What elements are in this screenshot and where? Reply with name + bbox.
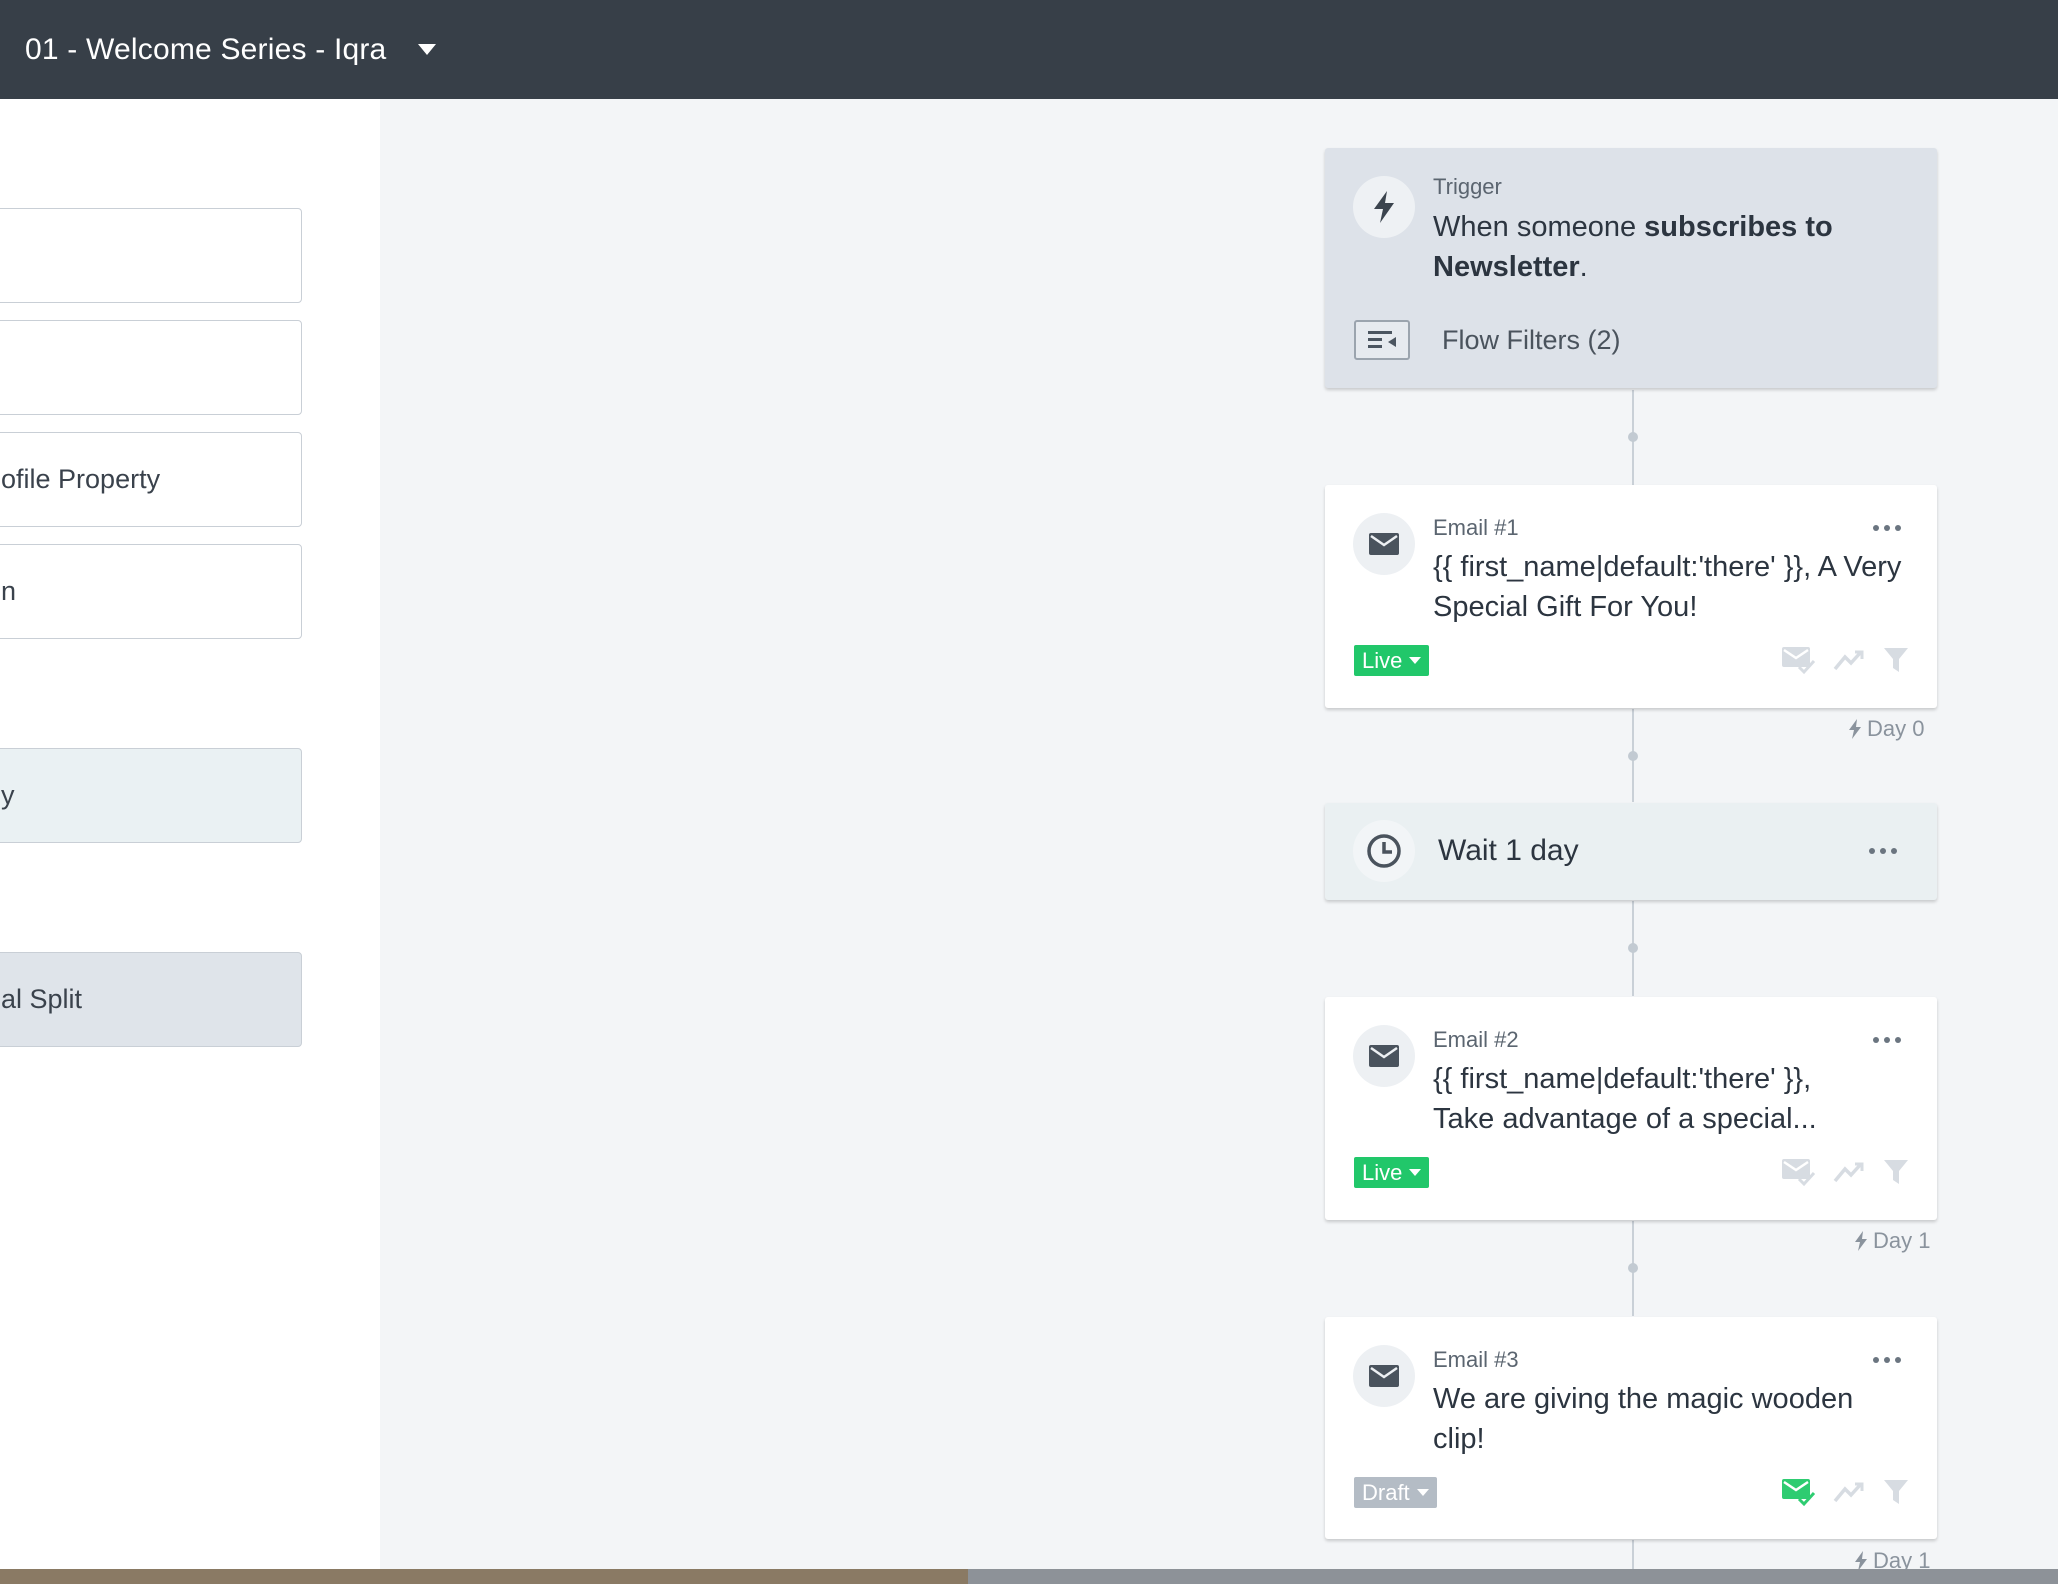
email-card-2[interactable]: Email #2 {{ first_name|default:'there' }… <box>1325 997 1937 1220</box>
action-item-1[interactable] <box>0 208 302 303</box>
day-label: Day 1 <box>1873 1228 1931 1253</box>
lightning-icon <box>1855 1551 1867 1571</box>
day-indicator: Day 0 <box>1847 716 1924 742</box>
lightning-icon <box>1353 176 1415 238</box>
connector-dot <box>1628 943 1638 953</box>
day-indicator: Day 1 <box>1853 1228 1930 1254</box>
wait-card[interactable]: Wait 1 day <box>1325 803 1937 900</box>
action-item-conditional-split[interactable]: al Split <box>0 952 302 1047</box>
action-item-delay[interactable]: y <box>0 748 302 843</box>
bottom-strip <box>0 1569 2058 1584</box>
status-badge[interactable]: Live <box>1354 1157 1430 1188</box>
connector-dot <box>1628 1263 1638 1273</box>
action-item-label: al Split <box>1 984 83 1014</box>
email-subject: We are giving the magic wooden clip! <box>1433 1383 1854 1455</box>
flow-title: 01 - Welcome Series - Iqra <box>25 32 387 66</box>
status-label: Live <box>1362 647 1403 673</box>
status-badge[interactable]: Live <box>1354 645 1430 676</box>
status-label: Live <box>1362 1159 1403 1185</box>
flow-menu-caret-icon[interactable] <box>418 44 437 55</box>
envelope-icon <box>1353 1345 1415 1407</box>
lightning-icon <box>1855 1231 1867 1251</box>
email-tools <box>1781 1477 1909 1507</box>
funnel-icon[interactable] <box>1883 1159 1909 1185</box>
connector-line <box>1632 1540 1634 1569</box>
flow-filters-label: Flow Filters (2) <box>1442 324 1621 355</box>
email-tools <box>1781 645 1909 675</box>
more-options-button[interactable] <box>1871 1351 1903 1369</box>
wait-label: Wait 1 day <box>1438 834 1579 867</box>
flow-editor-page: 01 - Welcome Series - Iqra ofile Propert… <box>0 0 2058 1584</box>
action-item-update-profile-property[interactable]: ofile Property <box>0 432 302 527</box>
lightning-icon <box>1849 719 1861 739</box>
action-item-label: n <box>1 576 17 606</box>
email-card-1[interactable]: Email #1 {{ first_name|default:'there' }… <box>1325 485 1937 708</box>
action-item-2[interactable] <box>0 320 302 415</box>
top-bar: 01 - Welcome Series - Iqra <box>0 0 2058 99</box>
mail-check-icon[interactable] <box>1781 1157 1815 1187</box>
more-options-button[interactable] <box>1871 1031 1903 1049</box>
email-card-3[interactable]: Email #3 We are giving the magic wooden … <box>1325 1317 1937 1539</box>
trend-icon[interactable] <box>1833 649 1865 671</box>
status-label: Draft <box>1362 1479 1410 1505</box>
bottom-strip-left <box>0 1569 968 1584</box>
action-item-label: ofile Property <box>1 464 161 494</box>
action-item-label: y <box>1 780 15 810</box>
trigger-label: Trigger <box>1433 174 1502 199</box>
email-label: Email #3 <box>1433 1347 1519 1372</box>
bottom-strip-right <box>968 1569 2058 1584</box>
more-options-button[interactable] <box>1871 519 1903 537</box>
action-item-4[interactable]: n <box>0 544 302 639</box>
funnel-icon[interactable] <box>1883 1479 1909 1505</box>
envelope-icon <box>1353 1025 1415 1087</box>
email-subject: {{ first_name|default:'there' }}, Take a… <box>1433 1063 1817 1135</box>
actions-sidebar: ofile Property n y al Split <box>0 99 380 1569</box>
mail-check-icon[interactable] <box>1781 1477 1815 1507</box>
filter-list-icon <box>1354 320 1410 360</box>
envelope-icon <box>1353 513 1415 575</box>
connector-dot <box>1628 432 1638 442</box>
email-label: Email #1 <box>1433 515 1519 540</box>
email-tools <box>1781 1157 1909 1187</box>
chevron-down-icon <box>1416 1489 1429 1496</box>
chevron-down-icon <box>1409 657 1422 664</box>
flow-filters-button[interactable]: Flow Filters (2) <box>1354 320 1621 360</box>
mail-check-icon[interactable] <box>1781 645 1815 675</box>
more-options-button[interactable] <box>1867 842 1899 860</box>
funnel-icon[interactable] <box>1883 647 1909 673</box>
email-label: Email #2 <box>1433 1027 1519 1052</box>
clock-icon <box>1353 820 1415 882</box>
connector-dot <box>1628 751 1638 761</box>
status-badge[interactable]: Draft <box>1354 1477 1437 1508</box>
trend-icon[interactable] <box>1833 1481 1865 1503</box>
chevron-down-icon <box>1409 1169 1422 1176</box>
trigger-card[interactable]: Trigger When someone subscribes to Newsl… <box>1325 148 1937 388</box>
trigger-description: When someone subscribes to Newsletter. <box>1433 211 1833 283</box>
email-subject: {{ first_name|default:'there' }}, A Very… <box>1433 551 1902 623</box>
day-label: Day 0 <box>1867 716 1925 741</box>
trend-icon[interactable] <box>1833 1161 1865 1183</box>
